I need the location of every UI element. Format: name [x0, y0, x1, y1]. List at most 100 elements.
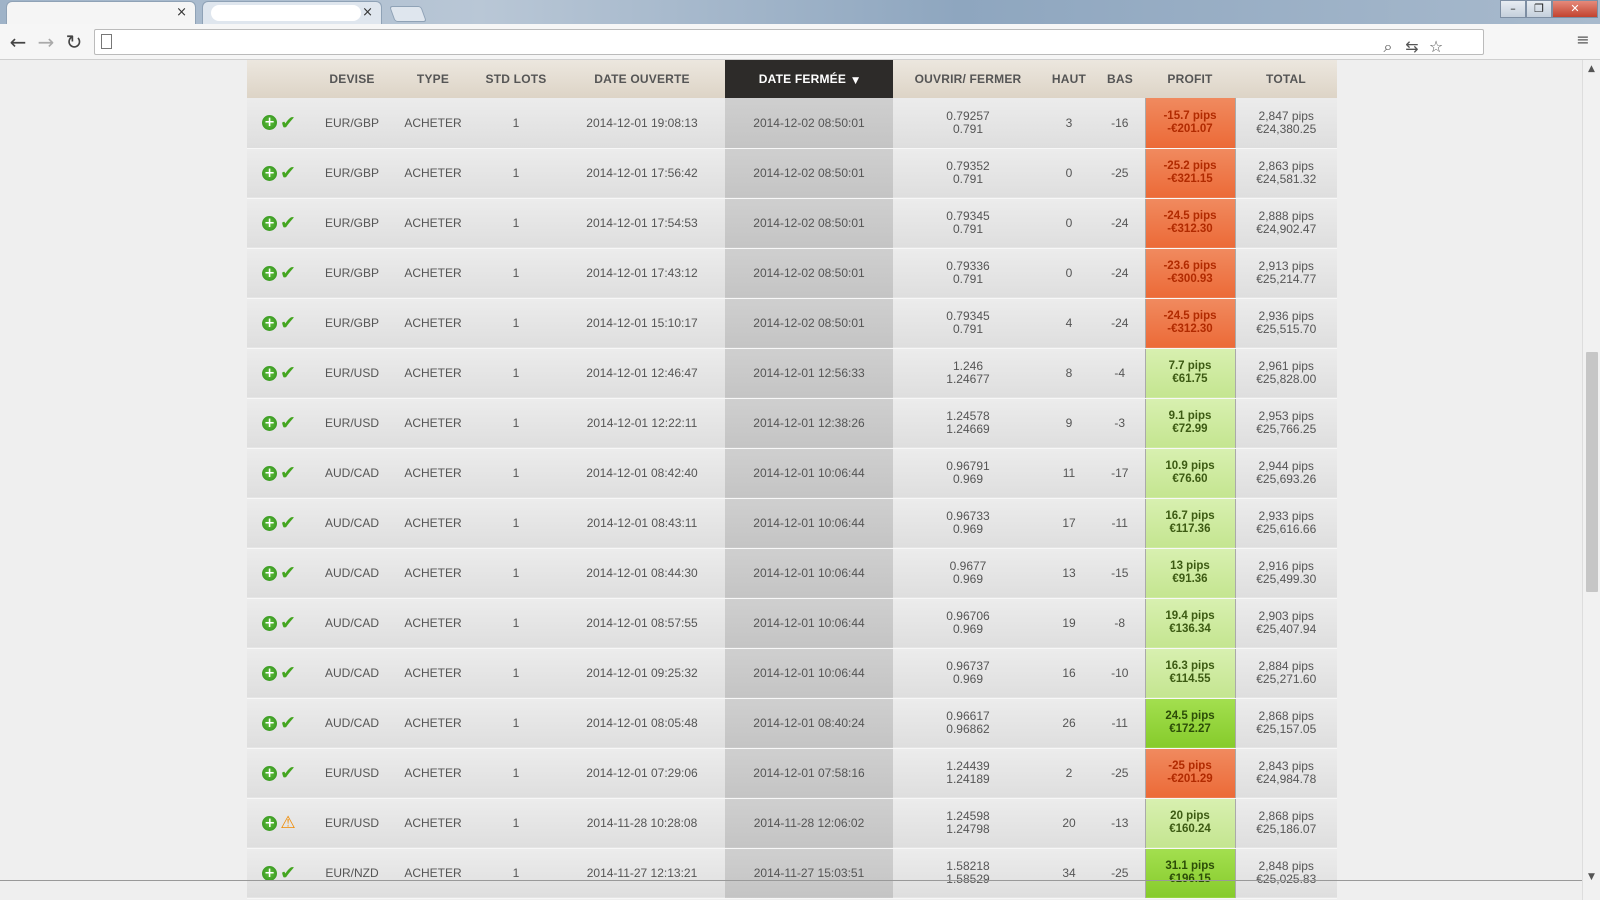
cell-profit: 31.1 pips €196.15: [1144, 848, 1236, 899]
maximize-button[interactable]: ❐: [1526, 0, 1552, 18]
table-row[interactable]: + ✔ AUD/CAD ACHETER 1 2014-12-01 08:57:55 2014…: [247, 598, 1337, 649]
expand-plus-icon[interactable]: +: [262, 165, 278, 181]
warning-icon: ⚠: [280, 813, 296, 833]
table-row[interactable]: + ✔ AUD/CAD ACHETER 1 2014-12-01 08:42:40 2014…: [247, 448, 1337, 499]
table-row[interactable]: + ✔ EUR/USD ACHETER 1 2014-12-01 12:46:47 2014…: [247, 348, 1337, 399]
col-bas[interactable]: BAS: [1095, 60, 1145, 98]
profit-pips: 31.1 pips: [1165, 860, 1215, 872]
table-header: DEVISE TYPE STD LOTS DATE OUVERTE DATE F…: [247, 60, 1337, 98]
cell-std-lots: 1: [473, 748, 559, 799]
cell-devise: EUR/GBP: [311, 198, 393, 249]
table-row[interactable]: + ✔ AUD/CAD ACHETER 1 2014-12-01 08:05:48 2014…: [247, 698, 1337, 749]
col-devise[interactable]: DEVISE: [311, 60, 393, 98]
col-std-lots[interactable]: STD LOTS: [473, 60, 559, 98]
expand-plus-icon[interactable]: +: [262, 115, 278, 131]
back-icon[interactable]: ←: [6, 30, 30, 54]
scroll-up-icon[interactable]: ▲: [1588, 64, 1595, 74]
table-row[interactable]: + ✔ EUR/NZD ACHETER 1 2014-11-27 12:13:21 2014…: [247, 848, 1337, 899]
cell-type: ACHETER: [393, 398, 473, 449]
table-row[interactable]: + ✔ AUD/CAD ACHETER 1 2014-12-01 08:44:30 2014…: [247, 548, 1337, 599]
col-profit[interactable]: PROFIT: [1145, 60, 1235, 98]
scrollbar-thumb[interactable]: [1586, 352, 1598, 592]
tab-close-icon[interactable]: ×: [362, 5, 373, 20]
close-window-button[interactable]: ✕: [1552, 0, 1598, 18]
cell-devise: EUR/USD: [311, 348, 393, 399]
table-row[interactable]: + ✔ EUR/GBP ACHETER 1 2014-12-01 17:56:42 2014…: [247, 148, 1337, 199]
minimize-button[interactable]: –: [1500, 0, 1526, 18]
cell-date-ouverte: 2014-12-01 17:43:12: [559, 248, 725, 299]
zoom-icon[interactable]: ⌕: [1379, 37, 1397, 57]
expand-plus-icon[interactable]: +: [262, 215, 278, 231]
table-row[interactable]: + ✔ EUR/USD ACHETER 1 2014-12-01 12:22:11 2014…: [247, 398, 1337, 449]
forward-icon[interactable]: →: [34, 30, 58, 54]
table-row[interactable]: + ✔ EUR/GBP ACHETER 1 2014-12-01 17:54:53 2014…: [247, 198, 1337, 249]
close-price: 0.791: [952, 322, 984, 336]
vertical-scrollbar[interactable]: ▲ ▼: [1582, 60, 1600, 900]
cell-bas: -25: [1095, 848, 1145, 899]
col-actions: [247, 60, 311, 98]
col-haut[interactable]: HAUT: [1043, 60, 1095, 98]
row-actions: + ✔: [247, 148, 311, 199]
expand-plus-icon[interactable]: +: [262, 415, 278, 431]
table-row[interactable]: + ✔ EUR/GBP ACHETER 1 2014-12-01 19:08:13 2014…: [247, 98, 1337, 149]
total-pips: 2,847 pips: [1258, 108, 1314, 123]
checkmark-icon: ✔: [280, 111, 296, 134]
profit-eur: €117.36: [1169, 523, 1211, 535]
cell-date-fermee: 2014-12-02 08:50:01: [725, 198, 893, 249]
scroll-down-icon[interactable]: ▼: [1588, 872, 1595, 882]
expand-plus-icon[interactable]: +: [262, 715, 278, 731]
cell-ouvrir-fermer: 1.58218 1.58529: [893, 848, 1043, 899]
col-ouvrir-fermer[interactable]: OUVRIR/ FERMER: [893, 60, 1043, 98]
expand-plus-icon[interactable]: +: [262, 465, 278, 481]
table-row[interactable]: + ⚠ EUR/USD ACHETER 1 2014-11-28 10:28:08 2014…: [247, 798, 1337, 849]
cell-bas: -24: [1095, 248, 1145, 299]
table-row[interactable]: + ✔ AUD/CAD ACHETER 1 2014-12-01 09:25:32 2014…: [247, 648, 1337, 699]
close-price: 0.791: [952, 121, 984, 136]
total-eur: €25,407.94: [1256, 622, 1317, 636]
profit-pips: 16.3 pips: [1165, 660, 1215, 672]
col-date-fermee[interactable]: DATE FERMÉE ▼: [725, 60, 893, 98]
close-price: 0.791: [952, 172, 984, 186]
expand-plus-icon[interactable]: +: [262, 365, 278, 381]
browser-tab-inactive[interactable]: ×: [202, 1, 382, 24]
expand-plus-icon[interactable]: +: [262, 515, 278, 531]
col-type[interactable]: TYPE: [393, 60, 473, 98]
cell-bas: -13: [1095, 798, 1145, 849]
total-eur: €24,902.47: [1256, 222, 1317, 236]
cell-profit: -24.5 pips -€312.30: [1144, 298, 1236, 349]
cell-bas: -8: [1095, 598, 1145, 649]
row-actions: + ⚠: [247, 798, 311, 849]
table-row[interactable]: + ✔ EUR/GBP ACHETER 1 2014-12-01 15:10:17 2014…: [247, 298, 1337, 349]
expand-plus-icon[interactable]: +: [262, 315, 278, 331]
address-bar[interactable]: ⌕ ⇆ ☆: [94, 29, 1484, 57]
profit-pips: -24.5 pips: [1163, 310, 1217, 322]
browser-tab-active[interactable]: ×: [6, 1, 196, 24]
expand-plus-icon[interactable]: +: [262, 815, 278, 831]
cell-haut: 26: [1043, 698, 1095, 749]
cell-bas: -15: [1095, 548, 1145, 599]
menu-icon[interactable]: ≡: [1574, 30, 1592, 50]
expand-plus-icon[interactable]: +: [262, 665, 278, 681]
expand-plus-icon[interactable]: +: [262, 765, 278, 781]
expand-plus-icon[interactable]: +: [262, 565, 278, 581]
table-row[interactable]: + ✔ AUD/CAD ACHETER 1 2014-12-01 08:43:11 2014…: [247, 498, 1337, 549]
profit-eur: -€201.29: [1167, 773, 1213, 785]
reload-icon[interactable]: ↻: [62, 30, 86, 54]
cell-type: ACHETER: [393, 498, 473, 549]
tab-close-icon[interactable]: ×: [176, 5, 187, 20]
expand-plus-icon[interactable]: +: [262, 615, 278, 631]
bookmark-star-icon[interactable]: ☆: [1427, 37, 1445, 57]
col-date-ouverte[interactable]: DATE OUVERTE: [559, 60, 725, 98]
total-eur: €25,515.70: [1256, 322, 1317, 336]
cell-date-fermee: 2014-12-01 07:58:16: [725, 748, 893, 799]
cell-type: ACHETER: [393, 448, 473, 499]
table-row[interactable]: + ✔ EUR/GBP ACHETER 1 2014-12-01 17:43:12 2014…: [247, 248, 1337, 299]
expand-plus-icon[interactable]: +: [262, 265, 278, 281]
expand-plus-icon[interactable]: +: [262, 865, 278, 881]
close-price: 0.791: [952, 222, 984, 236]
table-row[interactable]: + ✔ EUR/USD ACHETER 1 2014-12-01 07:29:06 2014…: [247, 748, 1337, 799]
col-total[interactable]: TOTAL: [1235, 60, 1337, 98]
total-eur: €24,380.25: [1256, 121, 1317, 136]
new-tab-button[interactable]: [389, 6, 427, 22]
translate-icon[interactable]: ⇆: [1403, 37, 1421, 57]
